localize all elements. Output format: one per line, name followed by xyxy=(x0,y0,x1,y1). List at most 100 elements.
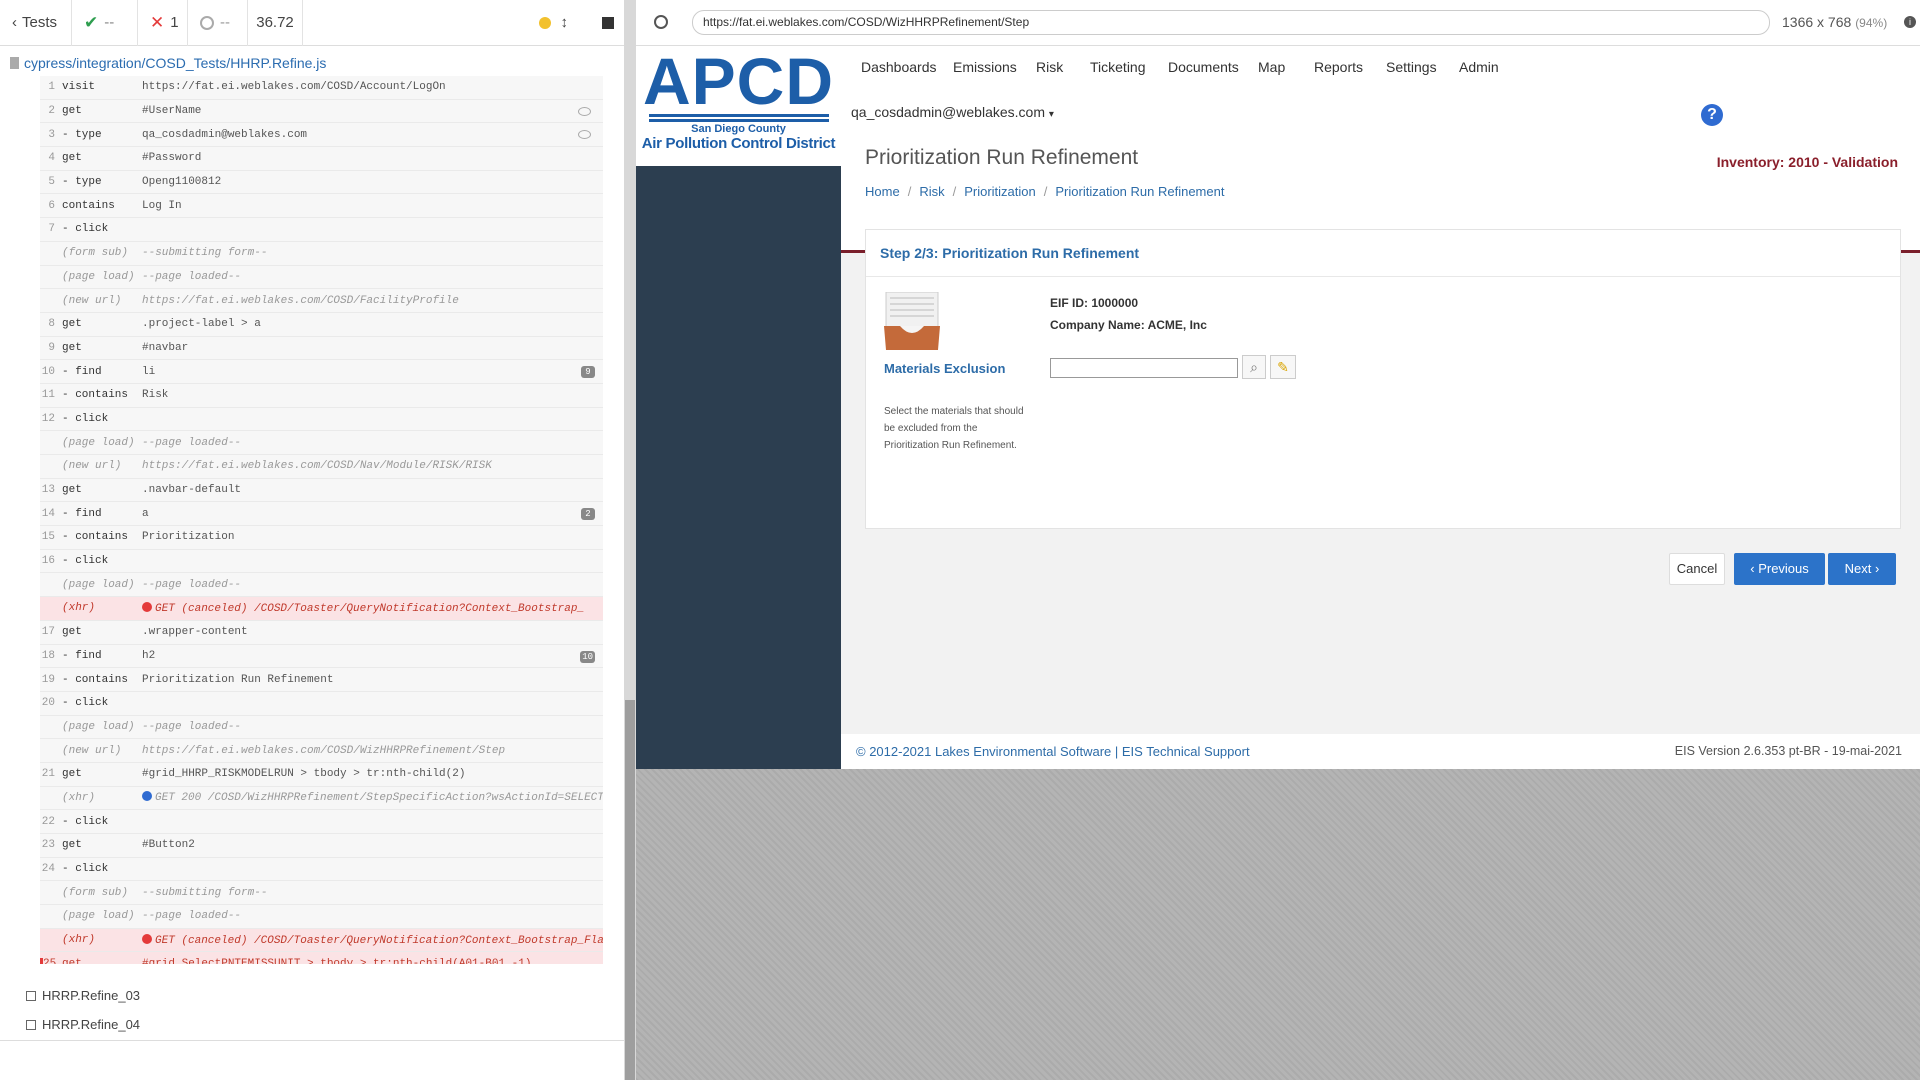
command-row[interactable]: 13 get .navbar-default xyxy=(40,478,603,503)
footer-copyright[interactable]: © 2012-2021 Lakes Environmental Software… xyxy=(856,744,1250,759)
test-item[interactable]: HRRP.Refine_04 xyxy=(26,1017,140,1032)
breadcrumb-risk[interactable]: Risk xyxy=(919,184,944,199)
breadcrumb-current[interactable]: Prioritization Run Refinement xyxy=(1055,184,1224,199)
command-message: Prioritization xyxy=(142,531,235,544)
command-row[interactable]: 20 - click xyxy=(40,691,603,716)
nav-risk[interactable]: Risk xyxy=(1036,59,1063,75)
command-row[interactable]: 18 - find h2 10 xyxy=(40,644,603,669)
pending-count: -- xyxy=(188,0,248,46)
command-row[interactable]: 10 - find li 9 xyxy=(40,360,603,384)
command-row[interactable]: (page load) --page loaded-- xyxy=(40,573,603,598)
command-row[interactable]: 24 - click xyxy=(40,857,603,882)
command-number: 2 xyxy=(48,105,55,118)
selector-playground-icon[interactable] xyxy=(654,15,668,29)
command-row[interactable]: (page load) --page loaded-- xyxy=(40,715,603,740)
command-row[interactable]: 1 visit https://fat.ei.weblakes.com/COSD/A… xyxy=(40,76,603,100)
command-row[interactable]: 23 get #Button2 xyxy=(40,834,603,858)
clear-button[interactable]: ✎ xyxy=(1270,355,1296,379)
spec-file-link[interactable]: cypress/integration/COSD_Tests/HHRP.Refi… xyxy=(0,54,624,72)
breadcrumb-home[interactable]: Home xyxy=(865,184,900,199)
command-row[interactable]: (new url) https://fat.ei.weblakes.com/COS… xyxy=(40,289,603,313)
command-number: 5 xyxy=(48,176,55,189)
command-row[interactable]: 16 - click xyxy=(40,549,603,574)
command-message: --page loaded-- xyxy=(142,720,242,733)
nav-dashboards[interactable]: Dashboards xyxy=(861,59,937,75)
command-name: - click xyxy=(62,412,109,425)
command-row[interactable]: 8 get .project-label > a xyxy=(40,312,603,337)
previous-button[interactable]: ‹ Previous xyxy=(1734,553,1825,585)
command-message: Prioritization Run Refinement xyxy=(142,673,334,686)
command-message: --page loaded-- xyxy=(142,910,242,923)
command-row[interactable]: 12 - click xyxy=(40,407,603,432)
next-button[interactable]: Next › xyxy=(1828,553,1896,585)
nav-reports[interactable]: Reports xyxy=(1314,59,1363,75)
command-row[interactable]: 3 - type qa_cosdadmin@weblakes.com xyxy=(40,123,603,148)
nav-map[interactable]: Map xyxy=(1258,59,1285,75)
chevron-left-icon: ‹ xyxy=(12,14,17,31)
nav-admin[interactable]: Admin xyxy=(1459,59,1499,75)
tests-label: Tests xyxy=(22,14,58,31)
command-row[interactable]: (page load) --page loaded-- xyxy=(40,431,603,455)
url-field[interactable]: https://fat.ei.weblakes.com/COSD/WizHHRP… xyxy=(692,10,1770,35)
scroll-arrows-icon[interactable]: ↕ xyxy=(561,14,569,31)
command-message-wrap: --submitting form-- xyxy=(142,887,603,899)
command-row[interactable]: (page load) --page loaded-- xyxy=(40,265,603,290)
caret-down-icon: ▾ xyxy=(1048,109,1054,120)
command-row[interactable]: 6 contains Log In xyxy=(40,194,603,219)
command-row[interactable]: 2 get #UserName xyxy=(40,99,603,124)
command-row[interactable]: (xhr) GET (canceled) /COSD/Toaster/QueryN… xyxy=(40,597,603,621)
company-name: Company Name: ACME, Inc xyxy=(1050,318,1207,332)
scrollbar-thumb[interactable] xyxy=(625,700,635,1080)
materials-exclusion-input[interactable] xyxy=(1050,358,1238,378)
command-message-wrap: --page loaded-- xyxy=(142,721,603,733)
breadcrumb-prioritization[interactable]: Prioritization xyxy=(964,184,1036,199)
command-row[interactable]: (form sub) --submitting form-- xyxy=(40,241,603,266)
command-message: .navbar-default xyxy=(142,484,242,497)
tests-back-button[interactable]: ‹ Tests xyxy=(0,0,72,46)
footer-version: EIS Version 2.6.353 pt-BR - 19-mai-2021 xyxy=(1674,744,1902,758)
command-row[interactable]: (page load) --page loaded-- xyxy=(40,905,603,929)
command-row[interactable]: 7 - click xyxy=(40,218,603,242)
command-name: (form sub) xyxy=(62,886,129,899)
command-number: 21 xyxy=(41,768,55,781)
command-row[interactable]: 11 - contains Risk xyxy=(40,383,603,408)
command-row[interactable]: (xhr) GET 200 /COSD/WizHHRPRefinement/Ste… xyxy=(40,786,603,811)
command-row[interactable]: (xhr) GET (canceled) /COSD/Toaster/QueryN… xyxy=(40,928,603,953)
checkbox-icon xyxy=(26,1019,36,1030)
nav-settings[interactable]: Settings xyxy=(1386,59,1437,75)
nav-documents[interactable]: Documents xyxy=(1168,59,1239,75)
apcd-logo[interactable]: APCD San Diego County Air Pollution Cont… xyxy=(636,46,841,166)
user-menu[interactable]: qa_cosdadmin@weblakes.com ▾ xyxy=(851,104,1054,120)
command-row[interactable]: 17 get .wrapper-content xyxy=(40,620,603,645)
sidebar: APCD San Diego County Air Pollution Cont… xyxy=(636,46,841,769)
nav-emissions[interactable]: Emissions xyxy=(953,59,1017,75)
command-row[interactable]: 15 - contains Prioritization xyxy=(40,526,603,550)
command-row[interactable]: 14 - find a 2 xyxy=(40,502,603,527)
command-row[interactable]: 21 get #grid_HHRP_RISKMODELRUN > tbody > t… xyxy=(40,762,603,787)
command-row[interactable]: (form sub) --submitting form-- xyxy=(40,881,603,906)
command-row[interactable]: 22 - click xyxy=(40,810,603,834)
command-row[interactable]: 9 get #navbar xyxy=(40,336,603,361)
command-number: 15 xyxy=(41,531,55,544)
search-button[interactable]: ⌕ xyxy=(1242,355,1266,379)
command-number: 13 xyxy=(41,484,55,497)
command-message: #grid_SelectPNTEMISSUNIT > tbody > tr:nt… xyxy=(142,957,532,964)
command-row[interactable]: (new url) https://fat.ei.weblakes.com/COS… xyxy=(40,739,603,763)
command-row[interactable]: 25 get #grid_SelectPNTEMISSUNIT > tbody > … xyxy=(40,952,603,964)
stop-icon[interactable] xyxy=(602,16,614,29)
command-row[interactable]: (new url) https://fat.ei.weblakes.com/COS… xyxy=(40,455,603,479)
command-message: --submitting form-- xyxy=(142,886,268,899)
nav-ticketing[interactable]: Ticketing xyxy=(1090,59,1146,75)
cancel-button[interactable]: Cancel xyxy=(1669,553,1725,585)
file-icon xyxy=(10,57,19,69)
command-message-wrap: #Button2 xyxy=(142,839,603,851)
command-row[interactable]: 4 get #Password xyxy=(40,147,603,171)
command-row[interactable]: 19 - contains Prioritization Run Refinemen… xyxy=(40,668,603,692)
user-email: qa_cosdadmin@weblakes.com xyxy=(851,104,1045,120)
test-item[interactable]: HRRP.Refine_03 xyxy=(26,988,140,1003)
command-row[interactable]: 5 - type Openg1100812 xyxy=(40,170,603,195)
command-message-wrap: #Password xyxy=(142,152,603,164)
info-icon[interactable]: i xyxy=(1904,16,1916,28)
help-icon[interactable]: ? xyxy=(1701,104,1723,126)
materials-exclusion-label: Materials Exclusion xyxy=(884,361,1006,376)
